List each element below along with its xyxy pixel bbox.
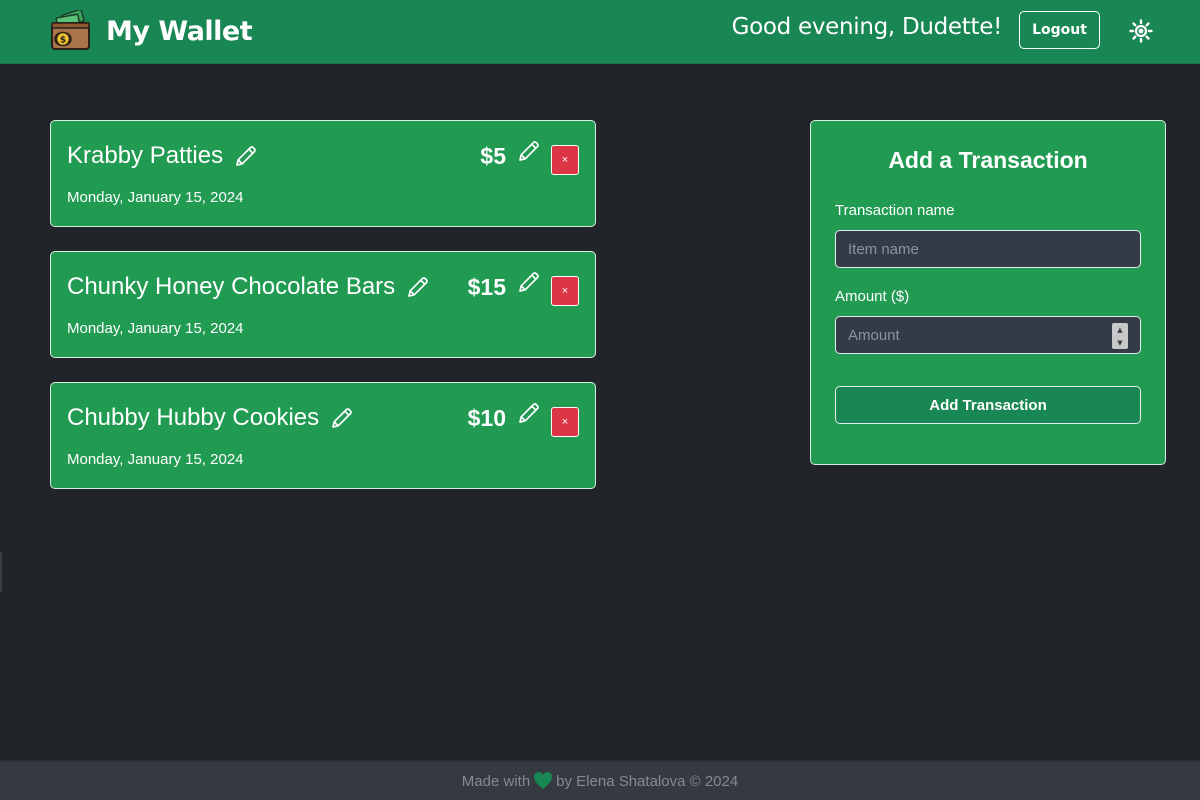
edit-name-pencil-icon[interactable] [406,275,430,299]
edit-amount-pencil-icon[interactable] [517,270,541,294]
stepper-down-icon[interactable]: ▼ [1117,339,1122,347]
transaction-name: Chubby Hubby Cookies [67,404,320,431]
delete-transaction-button[interactable]: × [551,276,579,306]
app-title: My Wallet [106,15,253,47]
form-title: Add a Transaction [888,147,1088,173]
amount-label: Amount ($) [835,288,910,305]
transaction-card: Krabby Patties $5 × Monday, January 15, … [50,120,596,227]
transaction-date: Monday, January 15, 2024 [67,189,244,206]
footer-byline: by Elena Shatalova © 2024 [556,772,739,790]
transaction-name-input[interactable] [835,230,1141,268]
transaction-card: Chunky Honey Chocolate Bars $15 × Monday… [50,251,596,358]
transaction-name-row: Krabby Patties [67,142,258,170]
edit-amount-pencil-icon[interactable] [517,139,541,163]
logout-button[interactable]: Logout [1019,11,1100,49]
navbar: $ My Wallet Good evening, Dudette! Logou… [0,0,1200,64]
transaction-name-row: Chunky Honey Chocolate Bars [67,273,430,301]
transaction-date: Monday, January 15, 2024 [67,320,244,337]
edit-amount-pencil-icon[interactable] [517,401,541,425]
transaction-amount: $10 [467,405,506,431]
heart-icon [534,771,553,789]
transaction-card: Chubby Hubby Cookies $10 × Monday, Janua… [50,382,596,489]
transaction-name: Chunky Honey Chocolate Bars [67,273,396,300]
edit-name-pencil-icon[interactable] [234,144,258,168]
sun-icon [1129,19,1153,43]
delete-transaction-button[interactable]: × [551,145,579,175]
edit-name-pencil-icon[interactable] [330,406,354,430]
add-transaction-form: Add a Transaction Transaction name Amoun… [810,120,1166,465]
add-transaction-button[interactable]: Add Transaction [835,386,1141,424]
wallet-logo-icon: $ [51,10,90,50]
transaction-amount: $15 [467,274,506,300]
transaction-amount: $5 [480,143,506,169]
side-edge-tab [0,552,2,592]
amount-input[interactable] [835,316,1141,354]
transaction-name-label: Transaction name [835,202,955,219]
amount-stepper[interactable]: ▲ ▼ [1112,323,1128,349]
transaction-name-row: Chubby Hubby Cookies [67,404,354,432]
theme-toggle-button[interactable] [1128,18,1154,44]
transaction-date: Monday, January 15, 2024 [67,451,244,468]
svg-text:$: $ [60,36,66,46]
greeting-text: Good evening, Dudette! [731,14,1003,40]
delete-transaction-button[interactable]: × [551,407,579,437]
footer-made-with: Made with [461,772,531,790]
stepper-up-icon[interactable]: ▲ [1117,326,1122,334]
brand[interactable]: $ My Wallet [50,10,253,52]
footer: Made with by Elena Shatalova © 2024 [0,760,1200,800]
transaction-name: Krabby Patties [67,142,224,169]
